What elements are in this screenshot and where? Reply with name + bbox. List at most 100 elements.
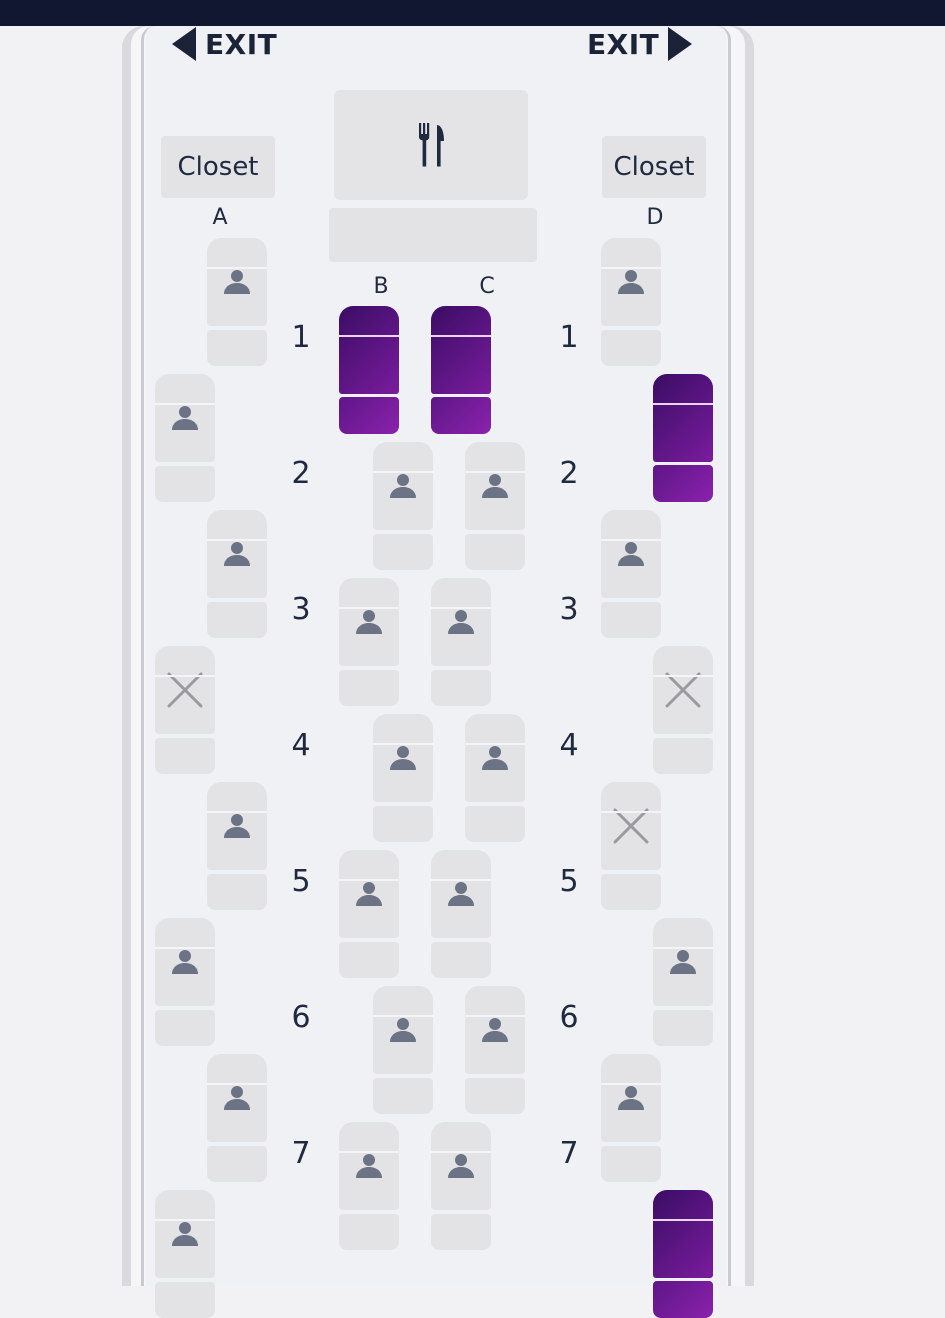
- person-icon: [224, 1086, 250, 1110]
- row-number-3-left: 3: [291, 592, 311, 627]
- person-icon: [618, 1086, 644, 1110]
- seat-6b[interactable]: [373, 986, 433, 1114]
- seat-back: [653, 374, 713, 462]
- seat-back: [601, 238, 661, 326]
- exit-right-sign: EXIT: [587, 26, 693, 62]
- seat-back: [653, 918, 713, 1006]
- seat-back: [373, 442, 433, 530]
- seat-6c[interactable]: [465, 986, 525, 1114]
- row-number-5-right: 5: [559, 864, 579, 899]
- seat-cushion: [653, 738, 713, 774]
- seat-6d[interactable]: [653, 918, 713, 1046]
- seat-headrest-line: [339, 335, 399, 337]
- person-icon: [448, 882, 474, 906]
- seat-4c[interactable]: [465, 714, 525, 842]
- seat-back: [155, 1190, 215, 1278]
- seat-back: [465, 986, 525, 1074]
- seat-2a[interactable]: [155, 374, 215, 502]
- person-icon: [390, 746, 416, 770]
- row-number-2-right: 2: [559, 456, 579, 491]
- seat-3d[interactable]: [601, 510, 661, 638]
- seat-headrest-line: [207, 811, 267, 813]
- seat-cushion: [601, 602, 661, 638]
- seat-3c[interactable]: [431, 578, 491, 706]
- seat-5c[interactable]: [431, 850, 491, 978]
- seat-4b[interactable]: [373, 714, 433, 842]
- seat-cushion: [653, 465, 713, 502]
- seat-cushion: [373, 1078, 433, 1114]
- row-number-7-left: 7: [291, 1136, 311, 1171]
- seat-back: [373, 714, 433, 802]
- seat-headrest-line: [653, 403, 713, 405]
- seat-back: [339, 578, 399, 666]
- person-icon: [482, 474, 508, 498]
- seat-headrest-line: [373, 743, 433, 745]
- seat-cushion: [207, 874, 267, 910]
- closet-left-label: Closet: [177, 152, 259, 182]
- person-icon: [224, 542, 250, 566]
- seat-headrest-line: [155, 675, 215, 677]
- seat-headrest-line: [339, 607, 399, 609]
- seat-2b[interactable]: [373, 442, 433, 570]
- seat-back: [207, 510, 267, 598]
- row-number-6-right: 6: [559, 1000, 579, 1035]
- seat-back: [653, 646, 713, 734]
- person-icon: [618, 270, 644, 294]
- seat-headrest-line: [601, 1083, 661, 1085]
- seat-cushion: [465, 534, 525, 570]
- seat-8a[interactable]: [155, 1190, 215, 1318]
- arrow-left-icon: [172, 27, 196, 61]
- row-number-4-right: 4: [559, 728, 579, 763]
- person-icon: [172, 1222, 198, 1246]
- seat-headrest-line: [601, 539, 661, 541]
- seat-headrest-line: [465, 1015, 525, 1017]
- seat-3a[interactable]: [207, 510, 267, 638]
- person-icon: [356, 610, 382, 634]
- seat-7b[interactable]: [339, 1122, 399, 1250]
- seat-7a[interactable]: [207, 1054, 267, 1182]
- seat-2d[interactable]: [653, 374, 713, 502]
- seat-2c[interactable]: [465, 442, 525, 570]
- person-icon: [618, 542, 644, 566]
- seat-6a[interactable]: [155, 918, 215, 1046]
- column-letter-c: C: [479, 274, 495, 299]
- person-icon: [356, 882, 382, 906]
- seat-8d[interactable]: [653, 1190, 713, 1318]
- galley-counter: [329, 208, 537, 262]
- seat-headrest-line: [601, 267, 661, 269]
- exit-right-label: EXIT: [587, 27, 660, 61]
- seat-1a[interactable]: [207, 238, 267, 366]
- seat-7c[interactable]: [431, 1122, 491, 1250]
- unavailable-x-icon: [665, 672, 701, 708]
- row-number-5-left: 5: [291, 864, 311, 899]
- seat-headrest-line: [373, 1015, 433, 1017]
- unavailable-x-icon: [167, 672, 203, 708]
- seat-headrest-line: [653, 675, 713, 677]
- seat-5a[interactable]: [207, 782, 267, 910]
- seat-5b[interactable]: [339, 850, 399, 978]
- exit-left-sign: EXIT: [172, 26, 277, 62]
- seat-1b[interactable]: [339, 306, 399, 434]
- seat-3b[interactable]: [339, 578, 399, 706]
- row-number-7-right: 7: [559, 1136, 579, 1171]
- column-letter-a: A: [212, 205, 228, 230]
- seat-back: [431, 1122, 491, 1210]
- closet-right-label: Closet: [613, 152, 695, 182]
- closet-right: Closet: [602, 136, 706, 198]
- seat-headrest-line: [465, 743, 525, 745]
- seat-back: [155, 918, 215, 1006]
- seat-1c[interactable]: [431, 306, 491, 434]
- galley: [334, 90, 528, 200]
- seat-7d[interactable]: [601, 1054, 661, 1182]
- row-number-1-right: 1: [559, 320, 579, 355]
- person-icon: [390, 474, 416, 498]
- seat-cushion: [339, 397, 399, 434]
- seat-cushion: [207, 602, 267, 638]
- arrow-right-icon: [668, 27, 693, 61]
- seat-back: [339, 1122, 399, 1210]
- seat-headrest-line: [431, 607, 491, 609]
- person-icon: [670, 950, 696, 974]
- seat-headrest-line: [653, 947, 713, 949]
- seat-1d[interactable]: [601, 238, 661, 366]
- row-number-1-left: 1: [291, 320, 311, 355]
